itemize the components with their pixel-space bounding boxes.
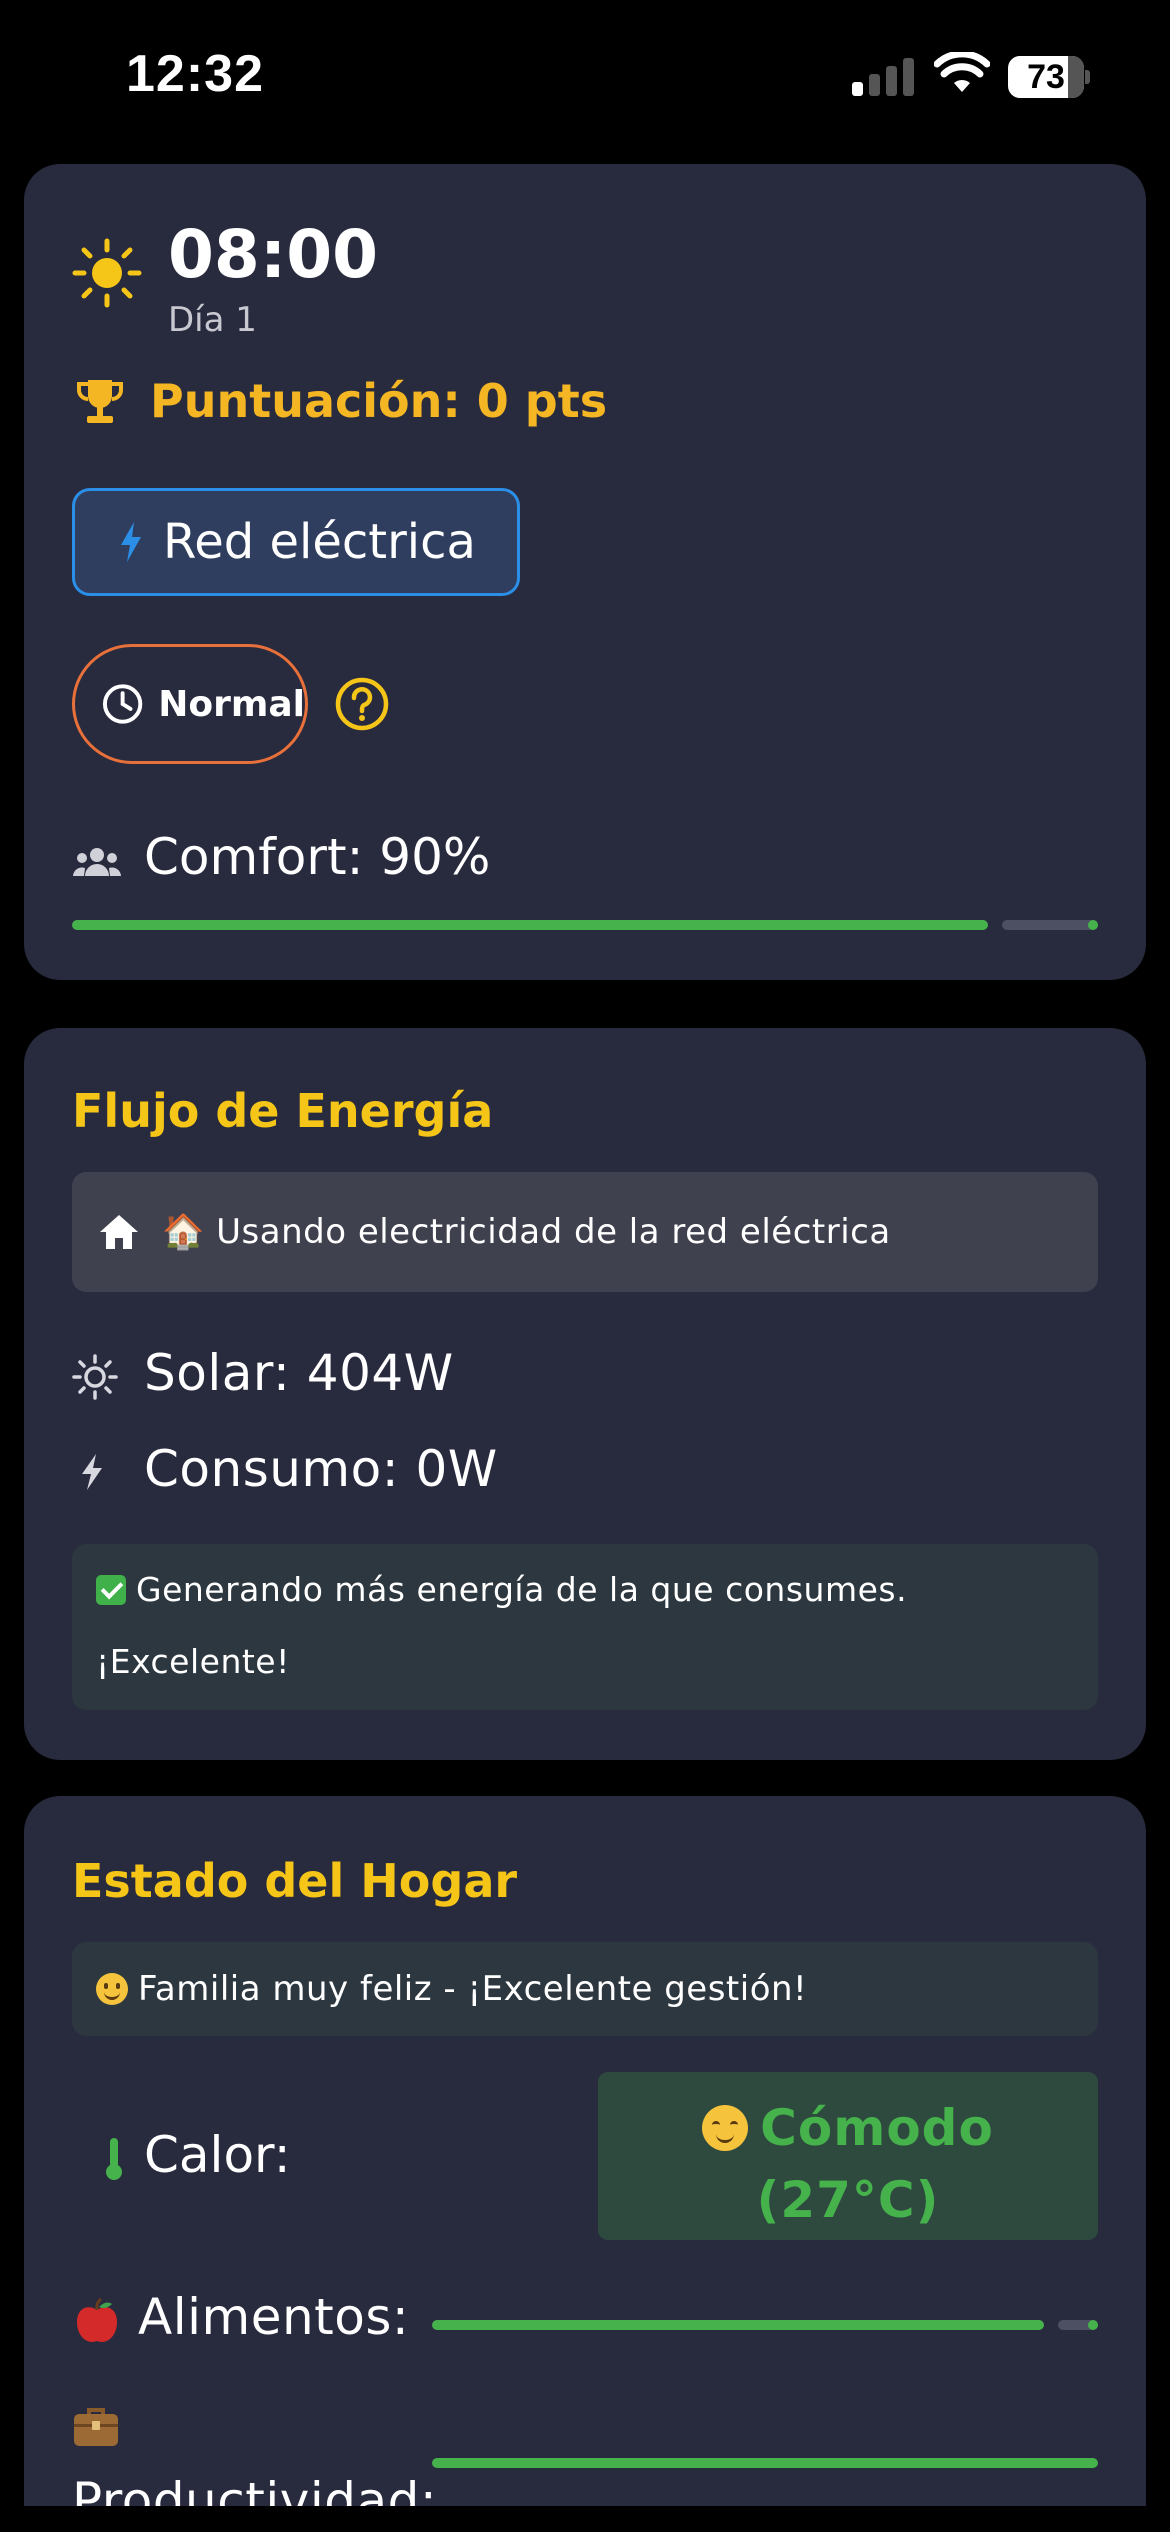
sun-outline-icon — [72, 1354, 118, 1400]
power-source-button[interactable]: Red eléctrica — [72, 488, 520, 596]
comfort-progress-bar — [72, 920, 1098, 930]
flow-status-box: 🏠 Usando electricidad de la red eléctric… — [72, 1172, 1098, 1292]
productivity-progress-fill — [432, 2458, 1098, 2468]
status-time: 12:32 — [126, 45, 264, 103]
home-status-card: Estado del Hogar Familia muy feliz - ¡Ex… — [24, 1796, 1146, 2532]
help-icon[interactable] — [334, 676, 390, 732]
people-icon — [73, 848, 121, 876]
mode-label: Normal — [158, 683, 305, 725]
home-icon — [100, 1215, 138, 1249]
heat-status-line1: Cómodo — [760, 2099, 994, 2157]
trophy-icon — [77, 380, 123, 423]
relieved-emoji-icon — [702, 2105, 749, 2151]
comfort-progress-fill — [72, 920, 988, 930]
battery-icon: 73 — [1008, 56, 1090, 98]
food-progress-fill — [432, 2320, 1044, 2330]
energy-flow-title: Flujo de Energía — [72, 1084, 494, 1138]
heat-status-line2: (27°C) — [756, 2171, 940, 2229]
sun-icon — [72, 238, 142, 308]
family-status-text: Familia muy feliz - ¡Excelente gestión! — [138, 1969, 808, 2009]
apple-icon — [77, 2298, 117, 2342]
comfort-label: Comfort: 90% — [144, 828, 491, 886]
food-progress-remaining — [1058, 2320, 1098, 2330]
wifi-icon — [934, 52, 990, 92]
battery-level: 73 — [1027, 58, 1065, 96]
flow-status-text: 🏠 Usando electricidad de la red eléctric… — [162, 1212, 891, 1252]
energy-flow-card: Flujo de Energía 🏠 Usando electricidad d… — [24, 1028, 1146, 1760]
game-status-card: 08:00 Día 1 Puntuación: 0 pts Red eléctr… — [24, 164, 1146, 980]
clock-icon — [102, 684, 143, 724]
consumption-output: Consumo: 0W — [144, 1440, 498, 1498]
energy-message-box: Generando más energía de la que consumes… — [72, 1544, 1098, 1710]
food-label: Alimentos: — [138, 2288, 410, 2346]
game-day: Día 1 — [168, 300, 257, 340]
mode-selector[interactable]: Normal — [72, 644, 308, 764]
productivity-progress-bar — [432, 2458, 1098, 2468]
heat-label: Calor: — [144, 2126, 291, 2184]
screen-bottom-edge — [0, 2506, 1170, 2532]
power-source-label: Red eléctrica — [163, 514, 476, 570]
cellular-signal-icon — [852, 56, 914, 96]
food-progress-bar — [432, 2320, 1098, 2330]
status-bar: 12:32 73 — [0, 0, 1170, 150]
home-status-title: Estado del Hogar — [72, 1854, 518, 1908]
solar-output: Solar: 404W — [144, 1344, 454, 1402]
comfort-progress-remaining — [1002, 920, 1098, 930]
thermometer-icon — [106, 2138, 122, 2180]
family-status-box: Familia muy feliz - ¡Excelente gestión! — [72, 1942, 1098, 2036]
briefcase-icon — [74, 2408, 118, 2446]
game-time: 08:00 — [168, 216, 379, 293]
energy-message-line2: ¡Excelente! — [96, 1642, 290, 1681]
energy-message-line1: Generando más energía de la que consumes… — [136, 1570, 908, 1609]
smile-emoji-icon — [96, 1973, 128, 2005]
score-label: Puntuación: 0 pts — [150, 374, 608, 428]
checkmark-icon — [96, 1575, 126, 1605]
bolt-icon — [121, 522, 141, 562]
bolt-icon — [82, 1454, 102, 1490]
heat-status-box: Cómodo (27°C) — [598, 2072, 1098, 2240]
